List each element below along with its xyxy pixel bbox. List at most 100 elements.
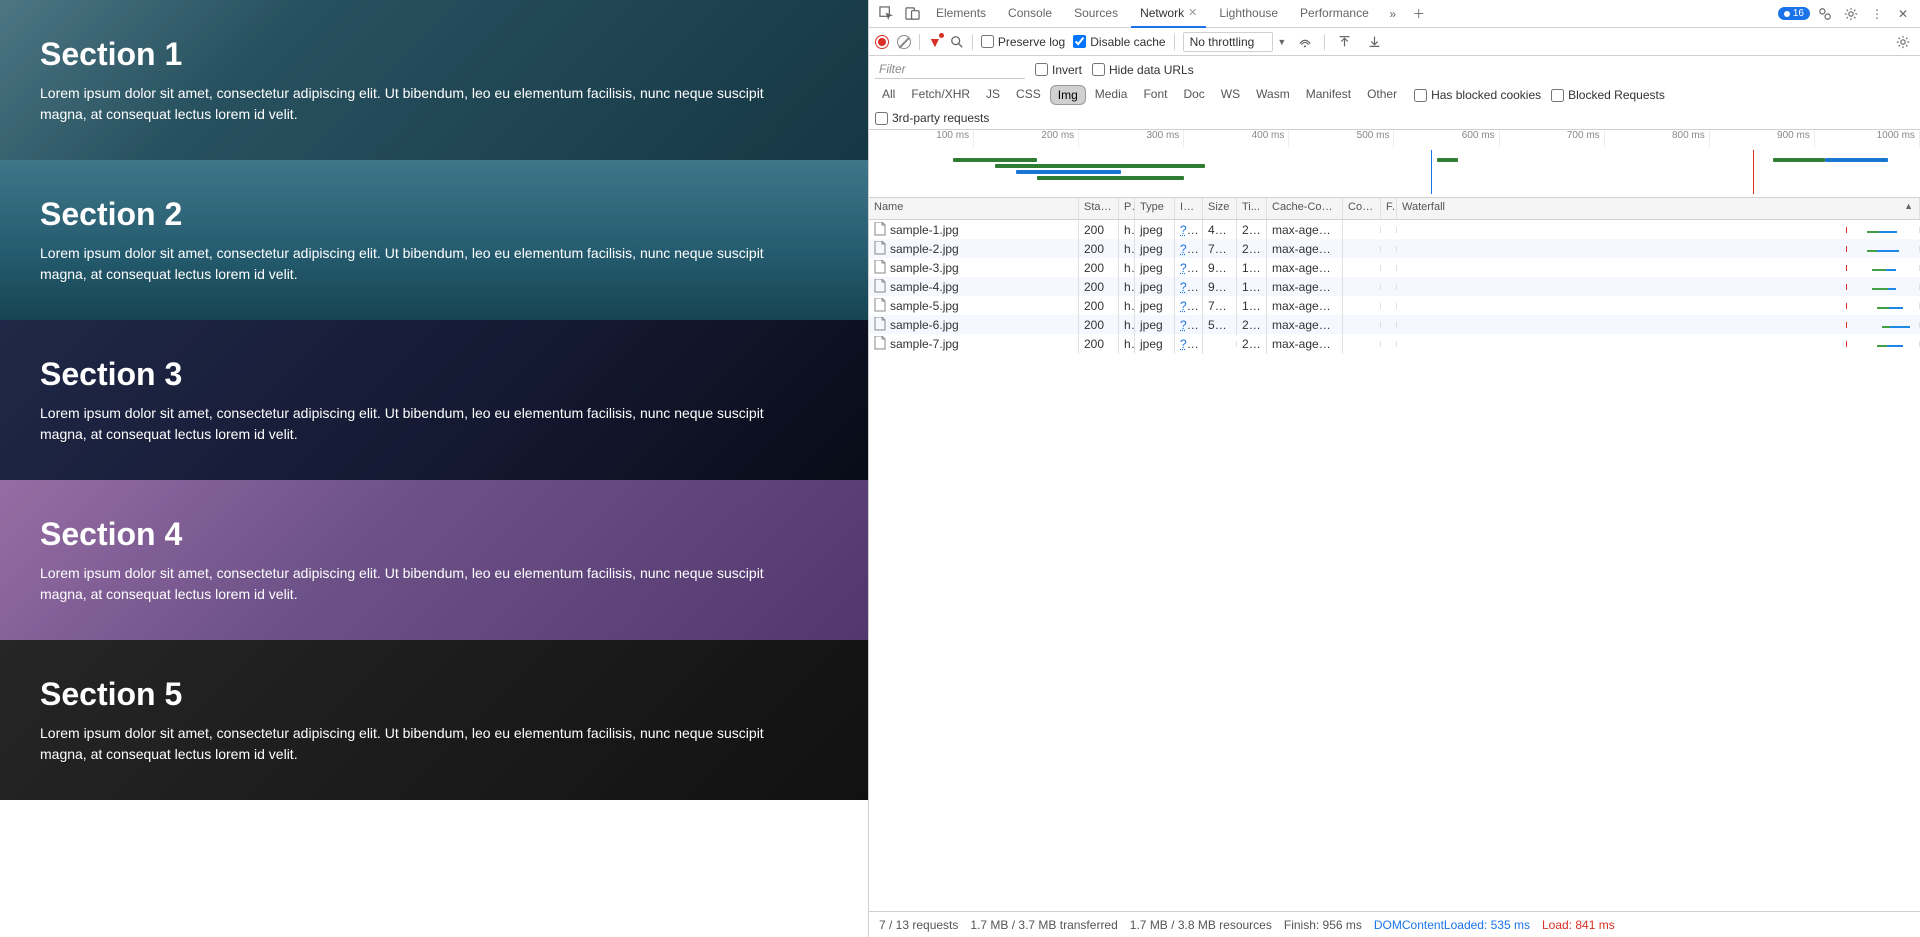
cell-cache: max-age=25... — [1267, 239, 1343, 259]
filter-toggle-icon[interactable]: ▼ — [928, 34, 942, 50]
cell-type: jpeg — [1135, 296, 1175, 316]
col-cache[interactable]: Cache-Control — [1267, 198, 1343, 219]
col-initiator[interactable]: Ini... — [1175, 198, 1203, 219]
table-row[interactable]: sample-2.jpg200h..jpeg?l...78...24...max… — [869, 239, 1920, 258]
network-timeline[interactable]: 100 ms200 ms300 ms400 ms500 ms600 ms700 … — [869, 130, 1920, 198]
col-waterfall[interactable]: Waterfall▲ — [1397, 198, 1920, 219]
cell-initiator[interactable]: ?l... — [1175, 315, 1203, 335]
cell-size: 90... — [1203, 258, 1237, 278]
gear-icon[interactable] — [1840, 3, 1862, 25]
download-har-icon[interactable] — [1363, 31, 1385, 53]
table-row[interactable]: sample-6.jpg200h..jpeg?l...59...28...max… — [869, 315, 1920, 334]
cell-time: 28... — [1237, 315, 1267, 335]
table-row[interactable]: sample-3.jpg200h..jpeg?l...90...16...max… — [869, 258, 1920, 277]
col-f[interactable]: F. — [1381, 198, 1397, 219]
type-pill-other[interactable]: Other — [1360, 85, 1404, 105]
tab-sources[interactable]: Sources — [1065, 0, 1127, 28]
type-pill-js[interactable]: JS — [979, 85, 1007, 105]
col-name[interactable]: Name — [869, 198, 1079, 219]
type-pill-manifest[interactable]: Manifest — [1299, 85, 1358, 105]
cell-initiator[interactable]: ?l... — [1175, 220, 1203, 240]
cell-f — [1381, 303, 1397, 309]
timeline-tick: 1000 ms — [1815, 130, 1920, 148]
throttling-select[interactable]: No throttling — [1183, 32, 1274, 52]
preserve-log-checkbox[interactable]: Preserve log — [981, 35, 1065, 49]
col-time[interactable]: Ti... — [1237, 198, 1267, 219]
issues-badge[interactable]: 16 — [1778, 7, 1810, 20]
invert-checkbox[interactable]: Invert — [1035, 63, 1082, 77]
section-5: Section 5 Lorem ipsum dolor sit amet, co… — [0, 640, 868, 800]
cell-content — [1343, 303, 1381, 309]
table-row[interactable]: sample-5.jpg200h..jpeg?l...76...19...max… — [869, 296, 1920, 315]
cell-initiator[interactable]: ?l... — [1175, 277, 1203, 297]
timeline-tick: 500 ms — [1289, 130, 1394, 148]
cell-time: 16... — [1237, 258, 1267, 278]
filter-input[interactable] — [875, 60, 1025, 79]
col-status[interactable]: Status — [1079, 198, 1119, 219]
blocked-requests-checkbox[interactable]: Blocked Requests — [1551, 88, 1665, 102]
cell-content — [1343, 227, 1381, 233]
table-row[interactable]: sample-1.jpg200h..jpeg?l...40...24...max… — [869, 220, 1920, 239]
cell-type: jpeg — [1135, 258, 1175, 278]
clear-button[interactable] — [897, 35, 911, 49]
tab-performance[interactable]: Performance — [1291, 0, 1378, 28]
kebab-menu-icon[interactable]: ⋮ — [1866, 3, 1888, 25]
tab-lighthouse[interactable]: Lighthouse — [1210, 0, 1287, 28]
upload-har-icon[interactable] — [1333, 31, 1355, 53]
type-pill-fetchxhr[interactable]: Fetch/XHR — [904, 85, 977, 105]
network-toolbar: ▼ Preserve log Disable cache No throttli… — [869, 28, 1920, 56]
blocked-cookies-checkbox[interactable]: Has blocked cookies — [1414, 88, 1541, 102]
type-pill-doc[interactable]: Doc — [1176, 85, 1211, 105]
cell-size: 97... — [1203, 277, 1237, 297]
type-pill-all[interactable]: All — [875, 85, 902, 105]
type-pill-img[interactable]: Img — [1050, 85, 1086, 105]
network-settings-icon[interactable] — [1892, 31, 1914, 53]
table-row[interactable]: sample-4.jpg200h..jpeg?l...97...16...max… — [869, 277, 1920, 296]
cell-status: 200 — [1079, 334, 1119, 354]
cell-name: sample-5.jpg — [869, 295, 1079, 316]
table-row[interactable]: sample-7.jpg200h..jpeg?l...21...max-age=… — [869, 334, 1920, 353]
cell-initiator[interactable]: ?l... — [1175, 258, 1203, 278]
device-toolbar-icon[interactable] — [901, 3, 923, 25]
cell-type: jpeg — [1135, 334, 1175, 354]
cell-protocol: h.. — [1119, 296, 1135, 316]
cell-cache: max-age=25... — [1267, 296, 1343, 316]
network-table[interactable]: Name Status P Type Ini... Size Ti... Cac… — [869, 198, 1920, 911]
tab-console[interactable]: Console — [999, 0, 1061, 28]
tab-elements[interactable]: Elements — [927, 0, 995, 28]
col-type[interactable]: Type — [1135, 198, 1175, 219]
cell-initiator[interactable]: ?l... — [1175, 334, 1203, 354]
divider — [919, 34, 920, 50]
cell-cache: max-age=25... — [1267, 334, 1343, 354]
cell-size: 40... — [1203, 220, 1237, 240]
page-content[interactable]: Section 1 Lorem ipsum dolor sit amet, co… — [0, 0, 868, 937]
type-pill-media[interactable]: Media — [1088, 85, 1135, 105]
cell-initiator[interactable]: ?l... — [1175, 296, 1203, 316]
hide-data-urls-checkbox[interactable]: Hide data URLs — [1092, 63, 1194, 77]
search-icon[interactable] — [950, 35, 964, 49]
record-button[interactable] — [875, 35, 889, 49]
cell-type: jpeg — [1135, 239, 1175, 259]
col-content[interactable]: Cont... — [1343, 198, 1381, 219]
add-tab-icon[interactable]: ＋ — [1408, 3, 1430, 25]
type-pill-font[interactable]: Font — [1136, 85, 1174, 105]
chevron-down-icon: ▼ — [1277, 37, 1286, 47]
network-conditions-icon[interactable] — [1294, 31, 1316, 53]
close-devtools-icon[interactable]: ✕ — [1892, 3, 1914, 25]
col-size[interactable]: Size — [1203, 198, 1237, 219]
cell-initiator[interactable]: ?l... — [1175, 239, 1203, 259]
more-tabs-icon[interactable]: » — [1382, 3, 1404, 25]
type-pill-ws[interactable]: WS — [1214, 85, 1247, 105]
close-icon[interactable]: ✕ — [1188, 6, 1197, 19]
disable-cache-checkbox[interactable]: Disable cache — [1073, 35, 1165, 49]
inspect-element-icon[interactable] — [875, 3, 897, 25]
cell-waterfall — [1397, 246, 1920, 252]
settings-link-icon[interactable] — [1814, 3, 1836, 25]
type-pill-css[interactable]: CSS — [1009, 85, 1048, 105]
type-pill-wasm[interactable]: Wasm — [1249, 85, 1297, 105]
col-protocol[interactable]: P — [1119, 198, 1135, 219]
cell-waterfall — [1397, 227, 1920, 233]
dcl-marker — [1431, 150, 1432, 194]
third-party-checkbox[interactable]: 3rd-party requests — [875, 111, 989, 125]
tab-network[interactable]: Network ✕ — [1131, 0, 1206, 28]
